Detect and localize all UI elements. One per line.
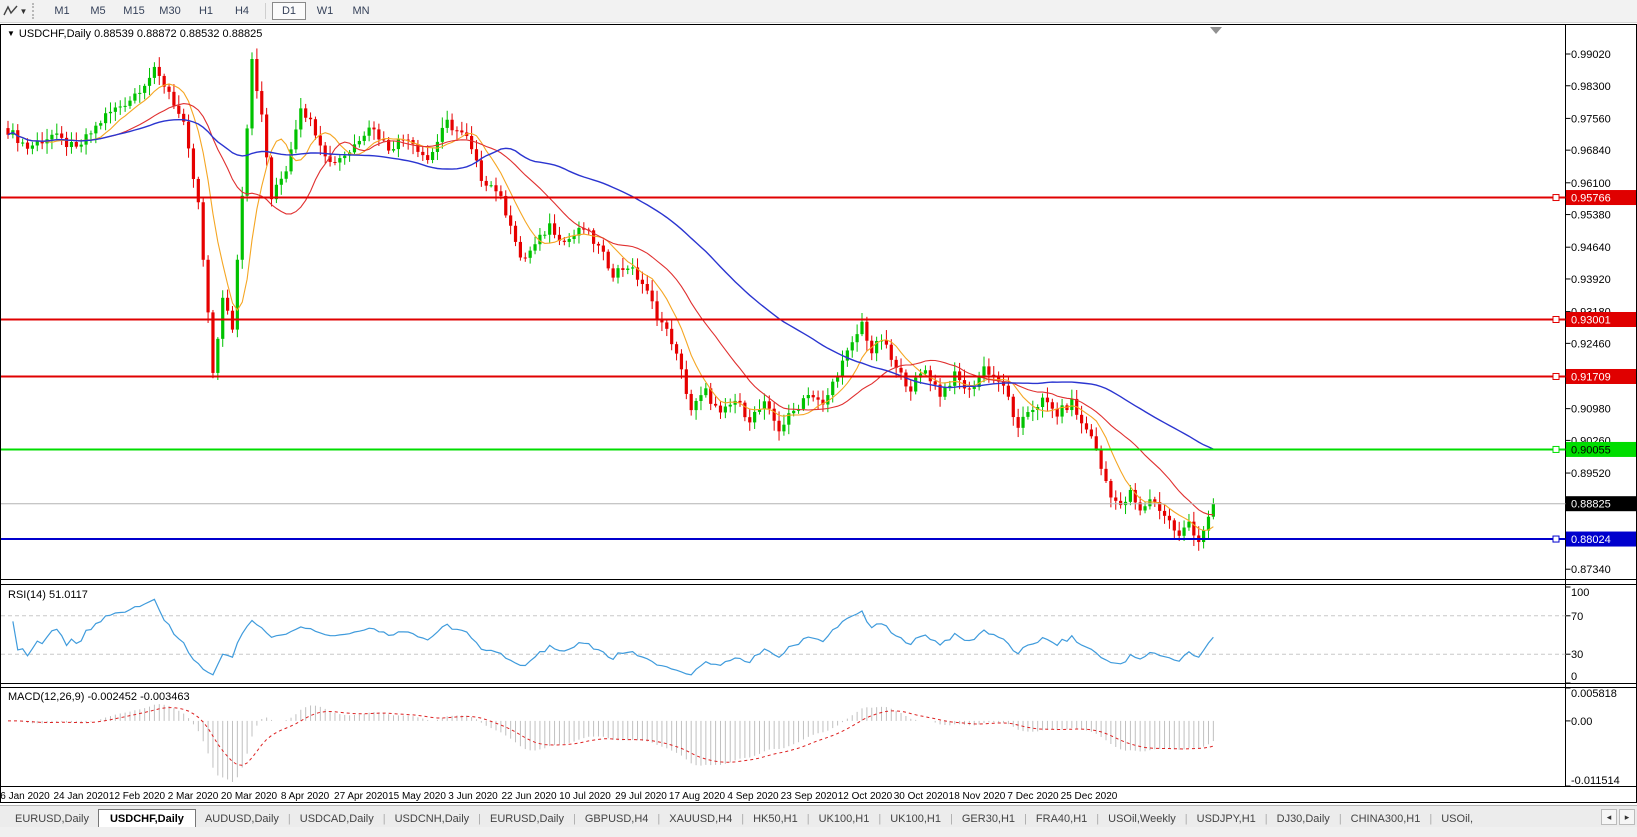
rsi-scale-label: 0 xyxy=(1571,671,1577,683)
timeframe-button-m15[interactable]: M15 xyxy=(117,2,151,20)
svg-text:0.96100: 0.96100 xyxy=(1571,178,1611,190)
line-handle[interactable] xyxy=(1552,445,1560,453)
svg-text:20 Mar 2020: 20 Mar 2020 xyxy=(221,791,278,802)
svg-text:23 Sep 2020: 23 Sep 2020 xyxy=(781,791,838,802)
timeframe-button-d1[interactable]: D1 xyxy=(272,2,306,20)
timeframe-button-w1[interactable]: W1 xyxy=(308,2,342,20)
svg-text:0.97560: 0.97560 xyxy=(1571,113,1611,125)
macd-scale-label: -0.011514 xyxy=(1571,775,1620,787)
svg-text:30 Oct 2020: 30 Oct 2020 xyxy=(894,791,949,802)
chart-tab-eurusd-daily-5[interactable]: EURUSD,Daily xyxy=(481,810,573,828)
chart-tab-eurusd-daily-0[interactable]: EURUSD,Daily xyxy=(6,810,98,828)
svg-text:10 Jul 2020: 10 Jul 2020 xyxy=(559,791,611,802)
svg-text:29 Jul 2020: 29 Jul 2020 xyxy=(615,791,667,802)
svg-text:0.95380: 0.95380 xyxy=(1571,210,1611,222)
svg-text:0.93920: 0.93920 xyxy=(1571,274,1611,286)
date-axis: 6 Jan 2020 24 Jan 2020 12 Feb 2020 2 Mar 20… xyxy=(0,791,1118,802)
price-label: 0.90055 xyxy=(1571,444,1611,456)
svg-text:0.90980: 0.90980 xyxy=(1571,404,1611,416)
chart-tab-dj30-daily-15[interactable]: DJ30,Daily xyxy=(1268,810,1339,828)
svg-text:8 Apr 2020: 8 Apr 2020 xyxy=(281,791,330,802)
toolbar-separator xyxy=(265,3,266,19)
svg-text:12 Feb 2020: 12 Feb 2020 xyxy=(109,791,166,802)
svg-text:4 Sep 2020: 4 Sep 2020 xyxy=(727,791,779,802)
timeframe-button-h1[interactable]: H1 xyxy=(189,2,223,20)
timeframe-button-m5[interactable]: M5 xyxy=(81,2,115,20)
svg-text:17 Aug 2020: 17 Aug 2020 xyxy=(669,791,726,802)
svg-text:0.89520: 0.89520 xyxy=(1571,468,1611,480)
caret-down-icon[interactable]: ▼ xyxy=(20,7,28,16)
svg-text:22 Jun 2020: 22 Jun 2020 xyxy=(501,791,556,802)
rsi-label: RSI(14) 51.0117 xyxy=(8,589,88,601)
chart-tab-ger30-h1-11[interactable]: GER30,H1 xyxy=(953,810,1024,828)
chart-tab-usoil-weekly-13[interactable]: USOil,Weekly xyxy=(1099,810,1185,828)
chart-area: 0.99020 0.98300 0.97560 0.96840 0.96100 0.953… xyxy=(0,24,1637,803)
chart-tab-usdcnh-daily-4[interactable]: USDCNH,Daily xyxy=(386,810,479,828)
chart-tab-usdcad-daily-3[interactable]: USDCAD,Daily xyxy=(291,810,383,828)
chart-tab-china300-h1-16[interactable]: CHINA300,H1 xyxy=(1342,810,1430,828)
chart-tab-audusd-daily-2[interactable]: AUDUSD,Daily xyxy=(196,810,288,828)
price-label: 0.88024 xyxy=(1571,534,1611,546)
svg-text:0.98300: 0.98300 xyxy=(1571,81,1611,93)
price-label: 0.93001 xyxy=(1571,314,1611,326)
toolbar: ▼ M1 M5 M15 M30 H1 H4 D1 W1 MN xyxy=(0,0,1637,23)
svg-text:18 Nov 2020: 18 Nov 2020 xyxy=(949,791,1006,802)
chart-tab-xauusd-h4-7[interactable]: XAUUSD,H4 xyxy=(660,810,741,828)
svg-text:27 Apr 2020: 27 Apr 2020 xyxy=(334,791,388,802)
svg-text:0.92460: 0.92460 xyxy=(1571,338,1611,350)
chart-tab-usdjpy-h1-14[interactable]: USDJPY,H1 xyxy=(1188,810,1265,828)
timeframe-button-m1[interactable]: M1 xyxy=(45,2,79,20)
svg-text:6 Jan 2020: 6 Jan 2020 xyxy=(0,791,50,802)
line-handle[interactable] xyxy=(1552,372,1560,380)
svg-text:3 Jun 2020: 3 Jun 2020 xyxy=(448,791,498,802)
chart-tab-uk100-h1-10[interactable]: UK100,H1 xyxy=(881,810,950,828)
chart-tab-uk100-h1-9[interactable]: UK100,H1 xyxy=(810,810,879,828)
macd-scale-label: 0.00 xyxy=(1571,716,1592,728)
macd-scale-label: 0.005818 xyxy=(1571,688,1617,700)
rsi-scale-label: 100 xyxy=(1571,587,1589,599)
chart-title: ▼ USDCHF,Daily 0.88539 0.88872 0.88532 0.… xyxy=(7,28,262,40)
svg-text:7 Dec 2020: 7 Dec 2020 xyxy=(1007,791,1059,802)
rsi-scale-label: 30 xyxy=(1571,649,1583,661)
line-handle[interactable] xyxy=(1552,194,1560,202)
svg-text:0.94640: 0.94640 xyxy=(1571,242,1611,254)
chart-tab-usoil--17[interactable]: USOil, xyxy=(1432,810,1482,828)
svg-text:2 Mar 2020: 2 Mar 2020 xyxy=(168,791,219,802)
tab-scroll-right-icon[interactable]: ▸ xyxy=(1619,809,1635,825)
zigzag-chart-icon[interactable]: ▼ xyxy=(2,2,28,20)
chart-tab-hk50-h1-8[interactable]: HK50,H1 xyxy=(744,810,807,828)
timeframe-button-m30[interactable]: M30 xyxy=(153,2,187,20)
timeframe-button-h4[interactable]: H4 xyxy=(225,2,259,20)
svg-text:15 May 2020: 15 May 2020 xyxy=(388,791,446,802)
status-strip xyxy=(0,827,1637,837)
timeframe-button-mn[interactable]: MN xyxy=(344,2,378,20)
chart-tab-usdchf-daily-1[interactable]: USDCHF,Daily xyxy=(97,809,196,829)
chart-title-text: USDCHF,Daily 0.88539 0.88872 0.88532 0.8… xyxy=(18,28,263,40)
rsi-scale-label: 70 xyxy=(1571,611,1583,623)
svg-text:0.87340: 0.87340 xyxy=(1571,564,1611,576)
tab-scroll-buttons: ◂ ▸ xyxy=(1601,809,1635,825)
svg-text:25 Dec 2020: 25 Dec 2020 xyxy=(1061,791,1118,802)
collapse-caret-icon[interactable]: ▼ xyxy=(7,29,15,38)
svg-text:24 Jan 2020: 24 Jan 2020 xyxy=(53,791,108,802)
price-label: 0.91709 xyxy=(1571,371,1611,383)
price-label: 0.95766 xyxy=(1571,193,1611,205)
svg-text:0.99020: 0.99020 xyxy=(1571,49,1611,61)
bid-price-label: 0.88825 xyxy=(1571,499,1611,511)
line-handle[interactable] xyxy=(1552,535,1560,543)
chart-tab-fra40-h1-12[interactable]: FRA40,H1 xyxy=(1027,810,1096,828)
tab-scroll-left-icon[interactable]: ◂ xyxy=(1601,809,1617,825)
chart-tab-gbpusd-h4-6[interactable]: GBPUSD,H4 xyxy=(576,810,658,828)
line-handle[interactable] xyxy=(1552,315,1560,323)
chart-tabbar: EURUSD,Daily USDCHF,Daily AUDUSD,Daily | USD… xyxy=(0,805,1637,829)
svg-text:12 Oct 2020: 12 Oct 2020 xyxy=(838,791,893,802)
svg-text:0.96840: 0.96840 xyxy=(1571,145,1611,157)
toolbar-grip[interactable] xyxy=(32,3,38,19)
macd-label: MACD(12,26,9) -0.002452 -0.003463 xyxy=(8,691,190,703)
mt4-application: { "toolbar": { "chart_tool_icon": "zigza… xyxy=(0,0,1637,837)
